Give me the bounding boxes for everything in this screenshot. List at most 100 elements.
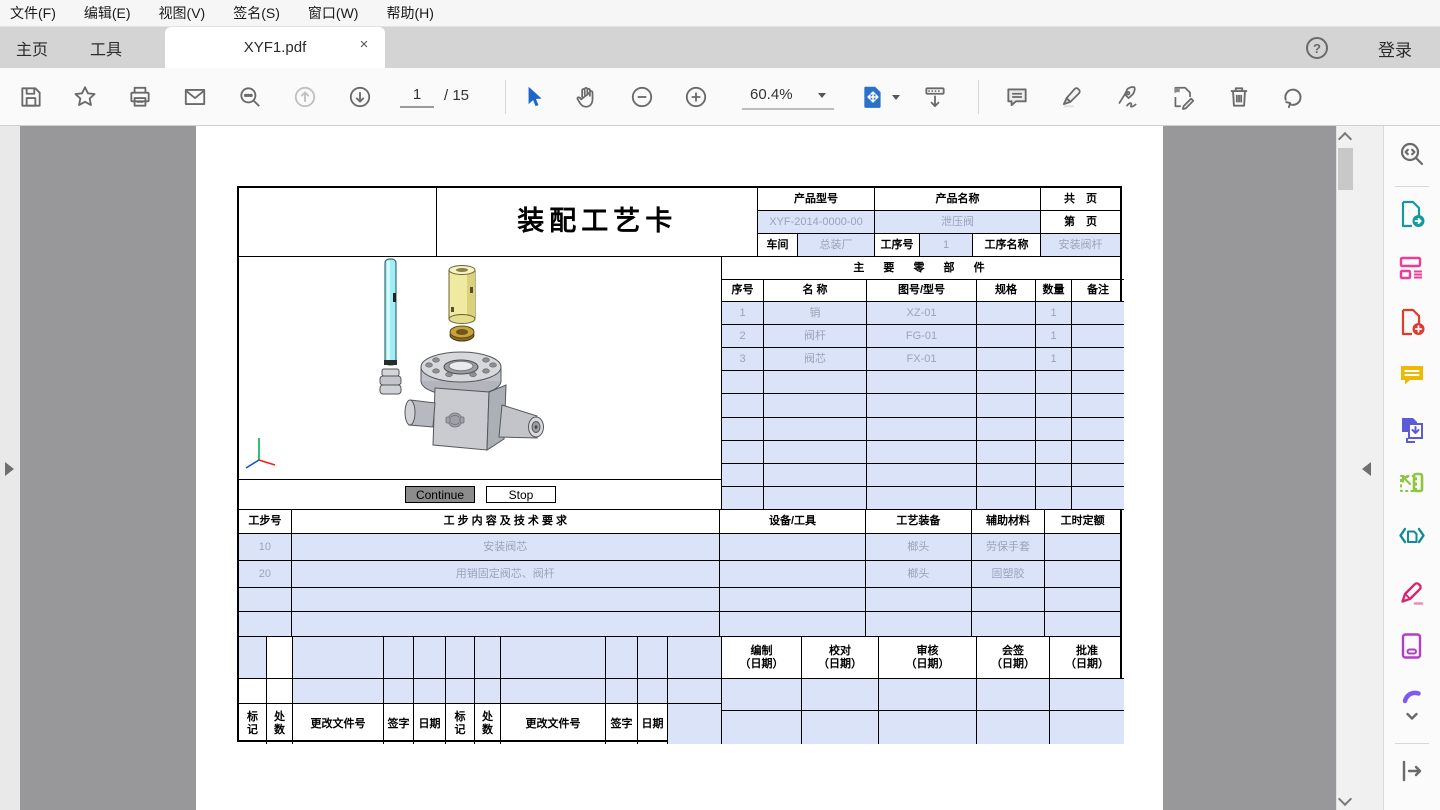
revision-field[interactable] [668,704,722,744]
steps-field[interactable]: 10 [239,534,292,561]
approval-field[interactable] [722,679,802,711]
parts-field[interactable] [1072,487,1124,510]
parts-field[interactable] [977,371,1036,394]
menu-window[interactable]: 窗口(W) [308,3,359,23]
scroll-up-icon[interactable] [1338,132,1352,146]
steps-field[interactable]: 用销固定阀芯、阀杆 [292,561,720,588]
steps-field[interactable]: 安装阀芯 [292,534,720,561]
fit-page-icon[interactable] [860,84,886,110]
parts-field[interactable]: 1 [1036,348,1072,371]
zoom-level-control[interactable]: 60.4% [742,82,834,110]
select-tool-icon[interactable] [521,84,547,110]
zoom-out-icon[interactable] [629,84,655,110]
parts-field[interactable]: 1 [722,302,764,325]
steps-field[interactable] [972,588,1046,612]
menu-help[interactable]: 帮助(H) [386,3,433,23]
process-no-field[interactable]: 1 [920,234,973,257]
steps-field[interactable] [1045,561,1120,588]
comment-icon[interactable] [1004,84,1030,110]
steps-field[interactable] [239,612,292,637]
parts-field[interactable] [1072,302,1124,325]
menu-view[interactable]: 视图(V) [159,3,206,23]
steps-field[interactable] [720,588,866,612]
search-icon[interactable] [237,84,263,110]
parts-field[interactable] [977,464,1036,487]
menu-edit[interactable]: 编辑(E) [84,3,131,23]
edit-pdf-icon[interactable] [1397,631,1427,661]
menu-file[interactable]: 文件(F) [10,3,56,23]
parts-field[interactable] [867,441,977,464]
parts-field[interactable]: 销 [764,302,867,325]
parts-field[interactable] [1036,394,1072,417]
steps-field[interactable] [292,588,720,612]
parts-field[interactable] [1036,371,1072,394]
steps-field[interactable] [239,588,292,612]
approval-field[interactable] [977,679,1050,711]
organize-pages-icon[interactable] [1397,253,1427,283]
approval-field[interactable] [977,711,1050,744]
parts-field[interactable]: 2 [722,325,764,348]
parts-field[interactable] [764,464,867,487]
parts-field[interactable] [722,487,764,510]
revision-field[interactable] [638,637,668,679]
steps-field[interactable] [720,612,866,637]
delete-icon[interactable] [1226,84,1252,110]
parts-field[interactable] [764,394,867,417]
parts-field[interactable] [1036,418,1072,441]
menu-sign[interactable]: 签名(S) [233,3,280,23]
expand-left-panel-icon[interactable] [5,462,14,476]
sign-icon[interactable] [1114,84,1140,110]
parts-field[interactable] [867,394,977,417]
approval-field[interactable] [879,711,977,744]
approval-field[interactable] [802,679,879,711]
parts-field[interactable] [977,348,1036,371]
parts-field[interactable] [1072,348,1124,371]
revision-field[interactable] [446,637,475,679]
chevron-down-icon[interactable] [892,95,900,100]
parts-field[interactable] [722,394,764,417]
fill-and-sign-icon[interactable] [1397,577,1427,607]
tab-document[interactable]: XYF1.pdf × [165,27,385,68]
revision-field[interactable] [501,679,606,704]
steps-field[interactable]: 榔头 [866,561,972,588]
rotate-icon[interactable] [1280,84,1306,110]
steps-field[interactable]: 榔头 [866,534,972,561]
revision-field[interactable] [446,679,475,704]
approval-field[interactable] [722,711,802,744]
scroll-mode-icon[interactable] [922,84,948,110]
tab-tools[interactable]: 工具 [76,27,136,68]
parts-field[interactable]: XZ-01 [867,302,977,325]
highlight-icon[interactable] [1059,84,1085,110]
close-icon[interactable]: × [355,36,373,58]
parts-field[interactable] [977,441,1036,464]
parts-field[interactable]: FG-01 [867,325,977,348]
approval-field[interactable] [879,679,977,711]
hand-tool-icon[interactable] [574,84,600,110]
parts-field[interactable] [977,302,1036,325]
scrollbar-thumb[interactable] [1338,148,1353,190]
parts-field[interactable] [764,487,867,510]
parts-field[interactable] [1036,441,1072,464]
parts-field[interactable] [764,418,867,441]
revision-field[interactable] [414,637,446,679]
edit-document-icon[interactable] [1170,84,1196,110]
revision-field[interactable] [239,637,267,679]
parts-field[interactable] [867,464,977,487]
steps-field[interactable]: 劳保手套 [972,534,1046,561]
parts-field[interactable] [1072,325,1124,348]
tab-home[interactable]: 主页 [2,27,62,68]
steps-field[interactable] [1045,612,1120,637]
expand-tools-pane-icon[interactable] [1362,462,1371,476]
product-model-field[interactable]: XYF-2014-0000-00 [758,211,875,234]
product-name-field[interactable]: 泄压阀 [875,211,1041,234]
steps-field[interactable] [720,561,866,588]
parts-field[interactable]: 阀芯 [764,348,867,371]
continue-button[interactable]: Continue [405,486,475,503]
steps-field[interactable] [292,612,720,637]
comment-tool-icon[interactable] [1397,361,1427,391]
approval-field[interactable] [1050,679,1124,711]
parts-field[interactable]: 阀杆 [764,325,867,348]
star-icon[interactable] [72,84,98,110]
parts-field[interactable] [1036,487,1072,510]
parts-field[interactable] [722,371,764,394]
